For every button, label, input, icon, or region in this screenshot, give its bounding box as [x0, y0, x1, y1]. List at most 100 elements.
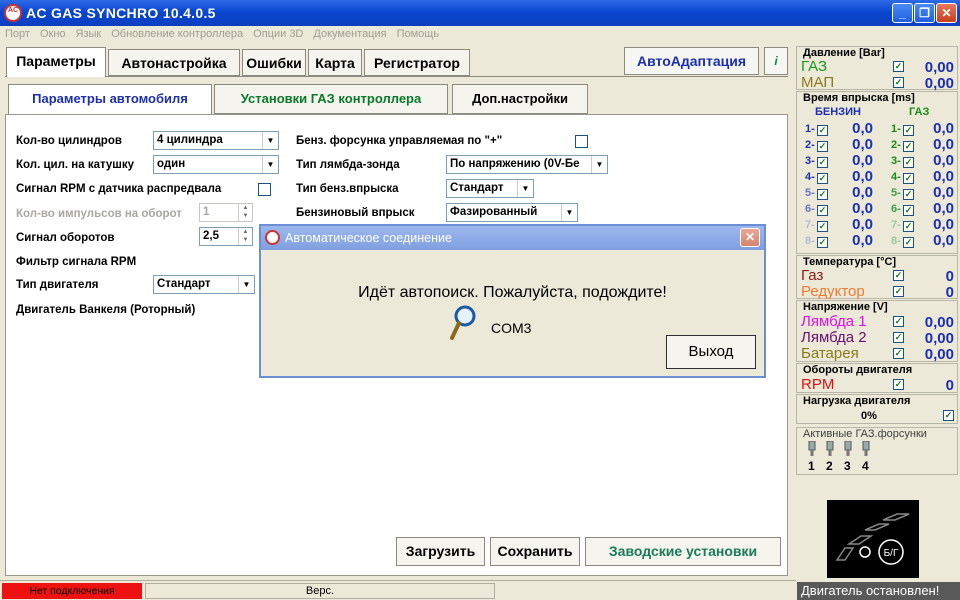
- menu-documentation[interactable]: Документация: [308, 26, 391, 40]
- petrol-injector-value: 0,0: [852, 200, 873, 217]
- tab-parameters[interactable]: Параметры: [6, 47, 106, 77]
- petrol-injector-checkbox[interactable]: ✓: [817, 205, 828, 216]
- rpm-value: 0: [945, 377, 954, 394]
- battery-label: Батарея: [801, 345, 859, 362]
- petrol-inj-type-label: Тип бенз.впрыска: [296, 183, 399, 195]
- subtab-vehicle-params[interactable]: Параметры автомобиля: [8, 84, 212, 115]
- battery-checkbox[interactable]: ✓: [893, 348, 904, 359]
- lambda-type-label: Тип лямбда-зонда: [296, 159, 400, 171]
- cylinders-select[interactable]: 4 цилиндра ▼: [153, 131, 279, 150]
- tab-logger[interactable]: Регистратор: [364, 49, 470, 76]
- petrol-injection-select[interactable]: Фазированный ▼: [446, 203, 578, 222]
- petrol-injector-checkbox[interactable]: ✓: [817, 189, 828, 200]
- menu-window[interactable]: Окно: [35, 26, 71, 40]
- lambda-type-select[interactable]: По напряжению (0V-Бе ▼: [446, 155, 608, 174]
- rpm-title: Обороты двигателя: [803, 364, 913, 376]
- injector-number: 3: [844, 459, 851, 473]
- tab-divider: [5, 76, 788, 77]
- autoadapt-button[interactable]: АвтоАдаптация: [624, 47, 759, 75]
- gas-temp-label: Газ: [801, 267, 824, 284]
- petrol-injector-checkbox[interactable]: ✓: [817, 173, 828, 184]
- tab-autotune[interactable]: Автонастройка: [108, 49, 240, 76]
- engine-type-label: Тип двигателя: [16, 279, 99, 291]
- lambda1-checkbox[interactable]: ✓: [893, 316, 904, 327]
- rpm-signal-stepper[interactable]: 2,5 ▲ ▼: [199, 227, 253, 246]
- factory-settings-button[interactable]: Заводские установки: [585, 537, 781, 566]
- menu-options-3d[interactable]: Опции 3D: [248, 26, 308, 40]
- gas-injector-value: 0,0: [933, 232, 954, 249]
- petrol-inj-plus-label: Бенз. форсунка управляемая по "+": [296, 135, 503, 147]
- gas-injector-value: 0,0: [933, 136, 954, 153]
- rpm-camshaft-checkbox[interactable]: [258, 183, 271, 196]
- rpm-checkbox[interactable]: ✓: [893, 379, 904, 390]
- petrol-injector-checkbox[interactable]: ✓: [817, 157, 828, 168]
- subtab-extra-settings[interactable]: Доп.настройки: [452, 84, 588, 114]
- reducer-temp-value: 0: [945, 284, 954, 301]
- tab-map[interactable]: Карта: [308, 49, 362, 76]
- petrol-injector-checkbox[interactable]: ✓: [817, 221, 828, 232]
- maximize-button[interactable]: ❐: [914, 3, 935, 23]
- reducer-temp-checkbox[interactable]: ✓: [893, 286, 904, 297]
- gas-pressure-label: ГАЗ: [801, 58, 828, 75]
- injector-icon: [844, 441, 852, 456]
- petrol-injector-number: 5-: [805, 187, 815, 199]
- exit-button[interactable]: Выход: [666, 335, 756, 369]
- battery-value: 0,00: [924, 346, 954, 363]
- info-icon[interactable]: i: [764, 47, 788, 75]
- gas-temp-value: 0: [945, 268, 954, 285]
- petrol-injector-checkbox[interactable]: ✓: [817, 141, 828, 152]
- menu-language[interactable]: Язык: [71, 26, 107, 40]
- gas-injector-value: 0,0: [933, 168, 954, 185]
- close-button[interactable]: ✕: [936, 3, 957, 23]
- map-checkbox[interactable]: ✓: [893, 77, 904, 88]
- subtab-gas-controller[interactable]: Установки ГАЗ контроллера: [214, 84, 448, 114]
- wankel-label: Двигатель Ванкеля (Роторный): [16, 304, 196, 316]
- gas-pressure-checkbox[interactable]: ✓: [893, 61, 904, 72]
- petrol-injector-checkbox[interactable]: ✓: [817, 237, 828, 248]
- menu-help[interactable]: Помощь: [392, 26, 445, 40]
- gas-injector-value: 0,0: [933, 120, 954, 137]
- chevron-down-icon: ▼: [262, 156, 278, 173]
- engine-type-select[interactable]: Стандарт ▼: [153, 275, 255, 294]
- gas-temp-checkbox[interactable]: ✓: [893, 270, 904, 281]
- gas-injector-value: 0,0: [933, 152, 954, 169]
- pressure-group: Давление [Bar] ГАЗ ✓ 0,00 МАП ✓ 0,00: [796, 46, 958, 92]
- petrol-injector-number: 6-: [805, 203, 815, 215]
- menu-update-controller[interactable]: Обновление контроллера: [106, 26, 248, 40]
- petrol-inj-type-select[interactable]: Стандарт ▼: [446, 179, 534, 198]
- active-injectors-group: Активные ГАЗ.форсунки 1234: [796, 427, 958, 475]
- lambda2-checkbox[interactable]: ✓: [893, 332, 904, 343]
- app-logo-icon: [265, 230, 280, 245]
- chevron-down-icon: ▼: [238, 276, 254, 293]
- petrol-injector-checkbox[interactable]: ✓: [817, 125, 828, 136]
- load-button[interactable]: Загрузить: [396, 537, 485, 566]
- tab-errors[interactable]: Ошибки: [242, 49, 306, 76]
- version-label: Верс.: [145, 583, 495, 599]
- petrol-inj-plus-checkbox[interactable]: [575, 135, 588, 148]
- save-button[interactable]: Сохранить: [490, 537, 580, 566]
- petrol-injector-value: 0,0: [852, 216, 873, 233]
- minimize-button[interactable]: _: [892, 3, 913, 23]
- petrol-injector-value: 0,0: [852, 168, 873, 185]
- chevron-down-icon: ▼: [591, 156, 607, 173]
- chevron-down-icon: ▼: [517, 180, 533, 197]
- active-injectors-title: Активные ГАЗ.форсунки: [803, 428, 927, 440]
- chevron-down-icon: ▼: [561, 204, 577, 221]
- dialog-close-button[interactable]: ✕: [740, 228, 760, 247]
- gas-injector-value: 0,0: [933, 200, 954, 217]
- petrol-column-label: БЕНЗИН: [815, 106, 861, 118]
- engine-indicator: Б/Г: [827, 500, 919, 578]
- title-bar: AC GAS SYNCHRO 10.4.0.5 _ ❐ ✕: [0, 0, 960, 26]
- pulses-per-rev-stepper[interactable]: 1 ▲ ▼: [199, 203, 253, 222]
- injector-number: 1: [808, 459, 815, 473]
- petrol-injector-value: 0,0: [852, 152, 873, 169]
- engine-load-checkbox[interactable]: ✓: [943, 410, 954, 421]
- app-logo-icon: [4, 4, 22, 22]
- menu-bar: Порт Окно Язык Обновление контроллера Опции …: [0, 26, 960, 44]
- gas-injector-number: 3-: [891, 155, 901, 167]
- menu-port[interactable]: Порт: [0, 26, 35, 40]
- cyl-per-coil-select[interactable]: один ▼: [153, 155, 279, 174]
- petrol-injector-number: 7-: [805, 219, 815, 231]
- connection-status: Нет подключения: [2, 583, 142, 599]
- petrol-injector-value: 0,0: [852, 120, 873, 137]
